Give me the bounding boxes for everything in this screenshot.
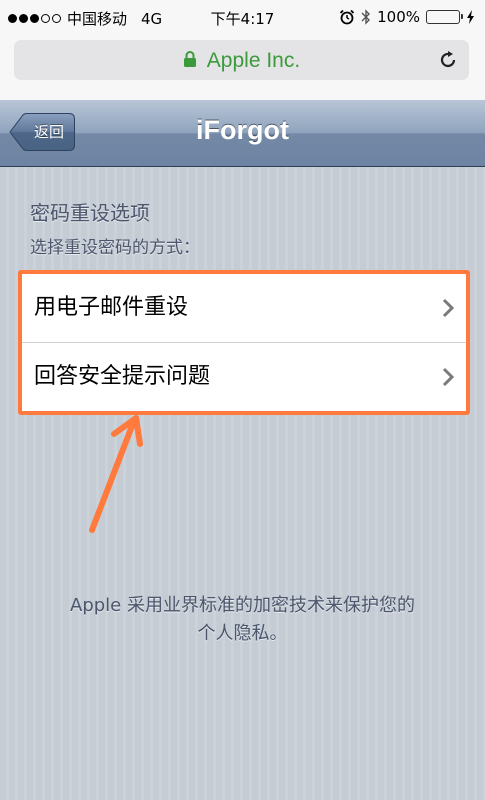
carrier-name: 中国移动 bbox=[67, 10, 128, 28]
main-content: 密码重设选项 选择重设密码的方式： 用电子邮件重设 回答安全提示问题 Apple… bbox=[0, 167, 485, 800]
battery-icon bbox=[426, 10, 463, 24]
bluetooth-icon bbox=[361, 9, 371, 25]
alarm-icon bbox=[339, 9, 355, 25]
battery-percent: 100% bbox=[377, 8, 420, 26]
charging-icon bbox=[467, 10, 474, 24]
section-title: 密码重设选项 bbox=[30, 201, 150, 225]
status-right: 100% bbox=[339, 8, 475, 26]
status-time: 下午4:17 bbox=[210, 10, 275, 28]
site-title: Apple Inc. bbox=[206, 49, 301, 72]
back-button[interactable]: 返回 bbox=[9, 113, 75, 151]
option-label: 回答安全提示问题 bbox=[34, 364, 211, 389]
reset-options-list: 用电子邮件重设 回答安全提示问题 bbox=[18, 270, 470, 415]
status-bar: 中国移动 4G 下午4:17 100% bbox=[0, 0, 485, 34]
nav-bar: 返回 iForgot bbox=[0, 100, 485, 167]
section-subtitle: 选择重设密码的方式： bbox=[30, 238, 200, 258]
browser-toolbar: Apple Inc. bbox=[0, 34, 485, 101]
option-email-reset[interactable]: 用电子邮件重设 bbox=[22, 274, 466, 342]
reload-icon[interactable] bbox=[437, 49, 459, 71]
status-left: 中国移动 4G bbox=[8, 8, 162, 29]
lock-icon bbox=[183, 50, 196, 67]
network-type: 4G bbox=[141, 9, 163, 28]
annotation-arrow-icon bbox=[89, 415, 143, 533]
address-bar[interactable]: Apple Inc. bbox=[14, 40, 469, 80]
option-label: 用电子邮件重设 bbox=[34, 295, 189, 320]
chevron-right-icon bbox=[442, 367, 454, 387]
privacy-note-line2: 个人隐私。 bbox=[197, 623, 288, 644]
back-button-label: 返回 bbox=[33, 123, 64, 141]
chevron-right-icon bbox=[442, 298, 454, 318]
page-title: iForgot bbox=[196, 115, 289, 145]
privacy-note-line1: Apple 采用业界标准的加密技术来保护您的 bbox=[70, 595, 415, 616]
address-bar-site: Apple Inc. bbox=[14, 49, 469, 73]
privacy-note: Apple 采用业界标准的加密技术来保护您的 个人隐私。 bbox=[20, 592, 465, 648]
option-security-questions[interactable]: 回答安全提示问题 bbox=[22, 342, 466, 411]
signal-strength-icon bbox=[8, 14, 61, 23]
